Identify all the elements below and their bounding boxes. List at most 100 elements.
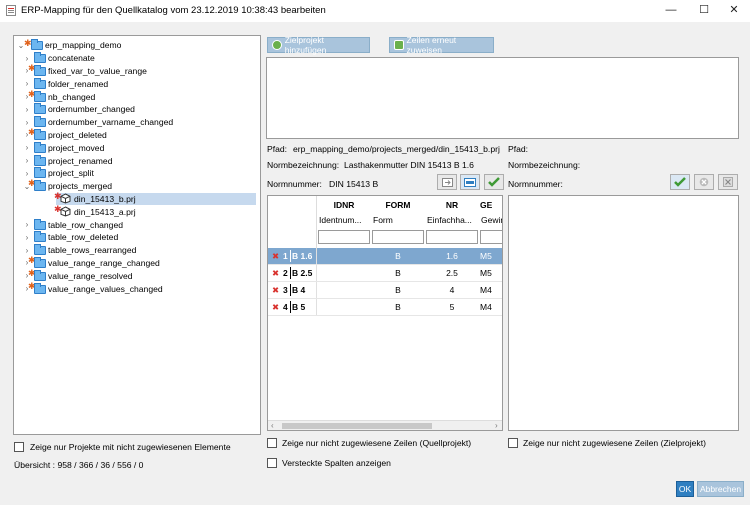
source-normnr-value: DIN 15413 B — [329, 179, 379, 189]
column-header[interactable]: FORM — [372, 200, 424, 210]
tree-folder-item[interactable]: › ✱ project_deleted — [14, 127, 107, 142]
remove-icon — [699, 177, 709, 187]
scroll-right-icon[interactable]: › — [495, 421, 498, 430]
tree-item-label: projects_merged — [48, 181, 113, 192]
changed-folder-icon: ✱ — [28, 255, 46, 268]
only-unassigned-projects-checkbox[interactable] — [14, 442, 24, 452]
folder-icon — [32, 218, 46, 230]
changed-folder-icon: ✱ — [28, 178, 46, 192]
tree-folder-item[interactable]: › concatenate — [14, 52, 95, 65]
tree-item-label: table_row_changed — [48, 219, 124, 230]
tree-folder-item[interactable]: › project_moved — [14, 141, 104, 154]
show-hidden-columns-checkbox[interactable] — [267, 458, 277, 468]
expand-icon[interactable]: › — [22, 156, 32, 165]
tree-root[interactable]: ⌄ ✱ erp_mapping_demo — [16, 38, 121, 52]
column-header[interactable]: GE — [480, 200, 502, 210]
tree-folder-item[interactable]: ⌄ ✱ projects_merged — [14, 178, 113, 193]
clear-icon — [723, 177, 733, 187]
tree-folder-item[interactable]: › ordernumber_changed — [14, 103, 135, 116]
error-icon: ✖ — [272, 302, 280, 312]
table-row[interactable]: ✖ 2 B 2.5 B 2.5 M5 — [268, 265, 502, 282]
ok-button[interactable]: OK — [676, 481, 694, 497]
reassign-rows-button[interactable]: Zeilen erneut zuweisen — [389, 35, 494, 55]
horizontal-scrollbar[interactable]: ‹ › — [268, 420, 502, 430]
folder-icon — [32, 154, 46, 166]
only-unassigned-projects-option[interactable]: Zeige nur Projekte mit nicht zugewiesene… — [14, 442, 231, 452]
target-table[interactable] — [508, 195, 739, 431]
form-cell: B — [395, 268, 401, 278]
show-hidden-columns-option[interactable]: Versteckte Spalten anzeigen — [267, 458, 391, 468]
assign-button[interactable] — [484, 174, 504, 190]
expand-icon[interactable]: › — [22, 233, 32, 242]
tree-folder-item[interactable]: › ✱ value_range_range_changed — [14, 255, 160, 270]
csv-button[interactable] — [460, 174, 480, 190]
title-bar: ERP-Mapping für den Quellkatalog vom 23.… — [0, 0, 750, 22]
column-header[interactable]: IDNR — [318, 200, 370, 210]
mapping-overview-area[interactable] — [266, 57, 739, 139]
expand-icon[interactable]: › — [22, 143, 32, 152]
tree-folder-item[interactable]: › ✱ nb_changed — [14, 89, 95, 103]
tree-file-item[interactable]: ✱ din_15413_a.prj — [54, 204, 136, 218]
column-header[interactable]: NR — [426, 200, 478, 210]
nr-filter-input[interactable] — [426, 230, 478, 244]
form-cell: B — [395, 285, 401, 295]
only-unassigned-target-checkbox[interactable] — [508, 438, 518, 448]
expand-icon[interactable]: › — [22, 169, 32, 178]
source-table[interactable]: IDNR Identnum... FORM Form NR Einfachha... GE G… — [267, 195, 503, 431]
only-unassigned-source-checkbox[interactable] — [267, 438, 277, 448]
tree-folder-item[interactable]: › project_split — [14, 167, 94, 180]
changed-folder-icon: ✱ — [28, 281, 46, 294]
only-unassigned-target-option[interactable]: Zeige nur nicht zugewiesene Zeilen (Ziel… — [508, 438, 706, 448]
export-button[interactable] — [437, 174, 457, 190]
expand-icon[interactable]: › — [22, 246, 32, 255]
idnr-filter-input[interactable] — [318, 230, 370, 244]
tree-folder-item[interactable]: › ✱ value_range_values_changed — [14, 281, 163, 295]
tree-item-label: value_range_range_changed — [48, 257, 160, 268]
table-row[interactable]: ✖ 3 B 4 B 4 M4 — [268, 282, 502, 299]
clear-target-button[interactable] — [718, 174, 738, 190]
scrollbar-thumb[interactable] — [282, 423, 432, 429]
tree-folder-item[interactable]: › ordernumber_varname_changed — [14, 116, 173, 129]
changed-folder-icon: ✱ — [28, 268, 46, 281]
expand-icon[interactable]: › — [22, 220, 32, 229]
expand-icon[interactable]: › — [22, 118, 32, 127]
tree-file-item[interactable]: ✱ din_15413_b.prj — [54, 191, 256, 206]
table-row[interactable]: ✖ 1 B 1.6 B 1.6 M5 — [268, 248, 502, 265]
remove-target-button[interactable] — [694, 174, 714, 190]
source-normnr-label: Normnummer: — [267, 179, 322, 189]
only-unassigned-source-option[interactable]: Zeige nur nicht zugewiesene Zeilen (Quel… — [267, 438, 471, 448]
project-tree[interactable]: ⌄ ✱ erp_mapping_demo › concatenate › ✱ fixed… — [13, 35, 261, 435]
source-normbez-value: Lasthakenmutter DIN 15413 B 1.6 — [344, 160, 474, 170]
folder-icon — [32, 167, 46, 179]
expand-icon[interactable]: › — [22, 54, 32, 63]
expand-icon[interactable]: › — [22, 79, 32, 88]
changed-folder-icon: ✱ — [28, 89, 46, 102]
close-button[interactable]: ✕ — [718, 0, 750, 22]
maximize-button[interactable]: ☐ — [688, 0, 720, 22]
row-key: B 1.6 — [292, 251, 313, 261]
scroll-left-icon[interactable]: ‹ — [271, 421, 274, 430]
expand-icon[interactable]: › — [22, 105, 32, 114]
tree-item-label: project_deleted — [48, 129, 107, 140]
tree-item-label: ordernumber_changed — [48, 104, 135, 115]
column-subheader: Gewind — [481, 215, 502, 225]
tree-folder-item[interactable]: › table_row_changed — [14, 218, 123, 231]
tree-folder-item[interactable]: › table_row_deleted — [14, 231, 118, 244]
table-row[interactable]: ✖ 4 B 5 B 5 M4 — [268, 299, 502, 316]
add-target-project-button[interactable]: Zielprojekt hinzufügen — [267, 35, 370, 55]
cancel-button[interactable]: Abbrechen — [697, 481, 744, 497]
ge-filter-input[interactable] — [480, 230, 502, 244]
tree-item-label: fixed_var_to_value_range — [48, 65, 147, 76]
error-icon: ✖ — [272, 285, 280, 295]
tree-folder-item[interactable]: › ✱ fixed_var_to_value_range — [14, 63, 147, 78]
row-number: 2 — [283, 268, 288, 278]
minimize-button[interactable]: — — [655, 0, 687, 22]
csv-icon — [464, 177, 476, 187]
tree-item-label: table_row_deleted — [48, 232, 119, 243]
export-icon — [441, 177, 453, 187]
error-icon: ✖ — [272, 251, 280, 261]
form-filter-input[interactable] — [372, 230, 424, 244]
nr-cell: 4 — [449, 285, 455, 295]
confirm-target-button[interactable] — [670, 174, 690, 190]
tree-folder-item[interactable]: › project_renamed — [14, 154, 113, 167]
